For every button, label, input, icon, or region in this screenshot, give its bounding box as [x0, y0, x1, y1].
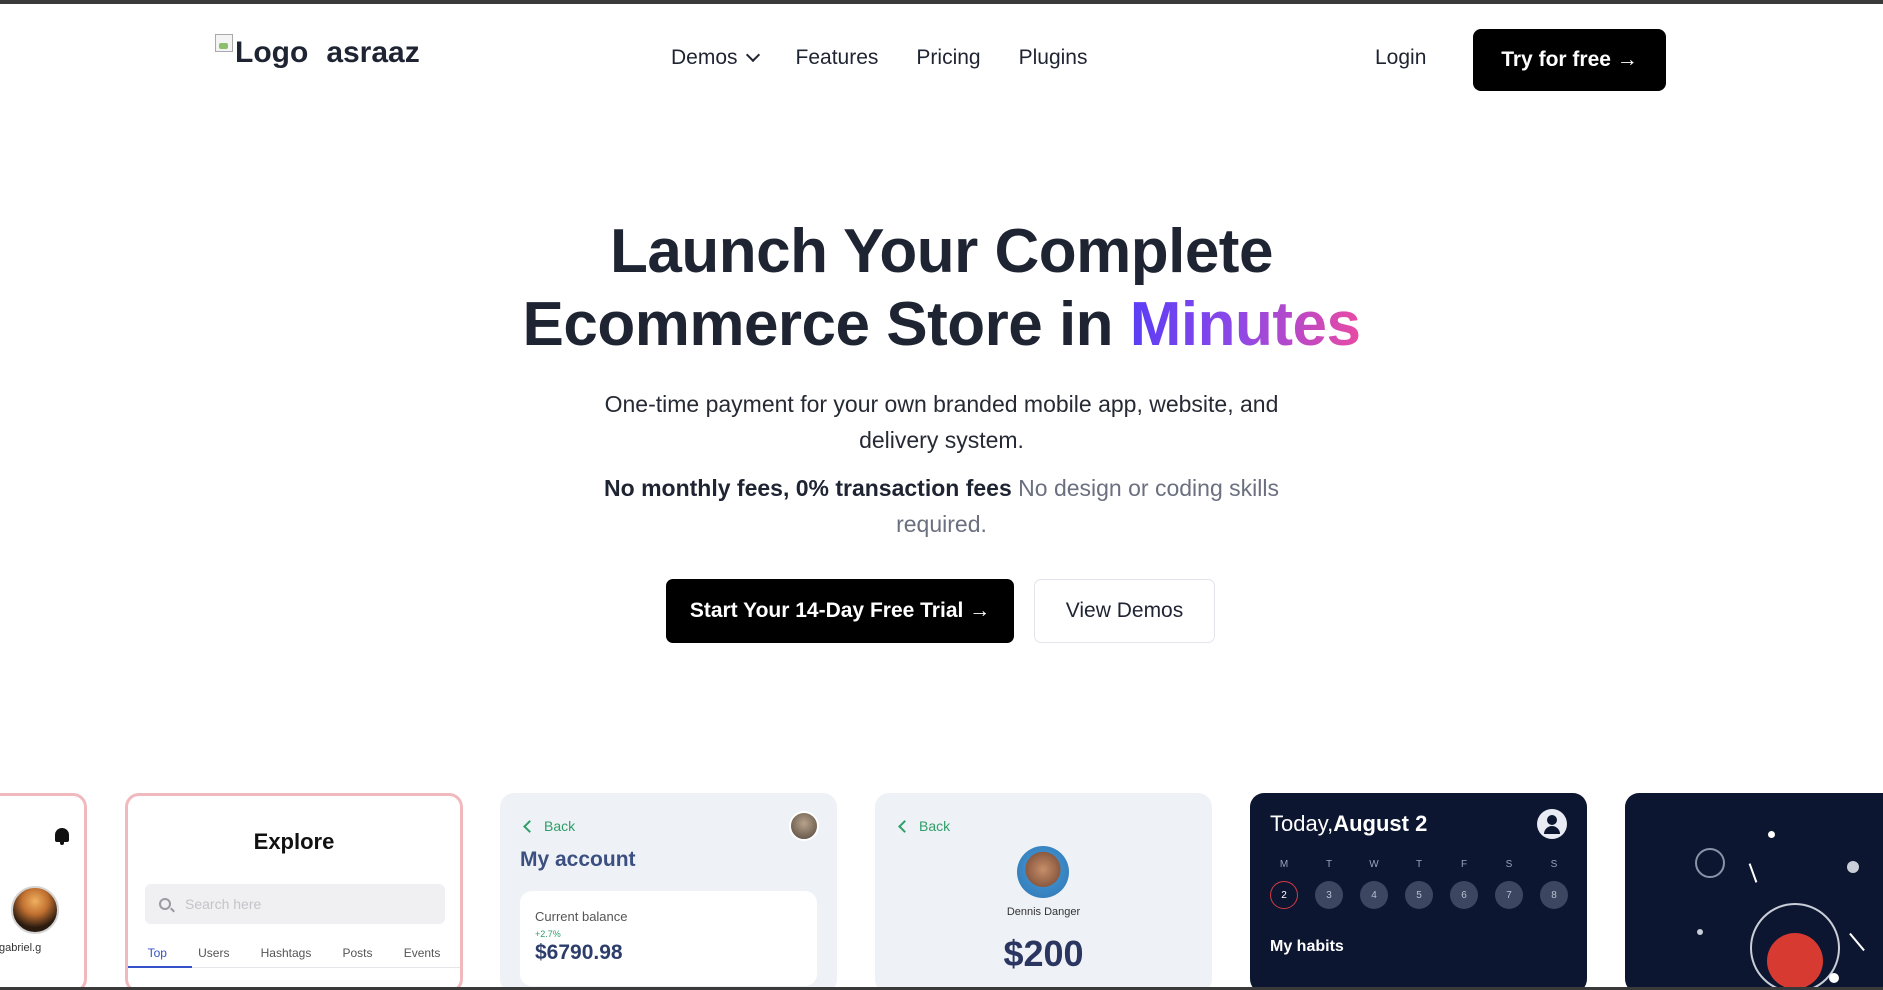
balance-delta: +2.7%	[535, 929, 561, 939]
tab-posts[interactable]: Posts	[343, 946, 373, 960]
avatar	[1017, 846, 1069, 898]
logo-alt-text: Logo	[235, 36, 309, 69]
bell-icon	[55, 828, 69, 845]
chevron-left-icon	[523, 819, 536, 833]
tab-hashtags[interactable]: Hashtags	[261, 946, 312, 960]
explore-title: Explore	[253, 829, 335, 854]
search-input[interactable]: Search here	[145, 884, 445, 924]
search-icon	[159, 898, 171, 910]
balance-card: Current balance +2.7% $6790.98	[520, 891, 817, 986]
main-nav: Demos Features Pricing Plugins	[671, 46, 1088, 70]
recipient-name: Dennis Danger	[1006, 906, 1081, 918]
search-placeholder: Search here	[185, 896, 262, 912]
tab-events[interactable]: Events	[404, 946, 441, 960]
date-row: 2 3 4 5 6 7 8	[1270, 881, 1568, 909]
nav-item-label: Plugins	[1018, 46, 1088, 69]
back-label: Back	[919, 818, 951, 834]
balance-label: Current balance	[535, 909, 628, 924]
date-chip[interactable]: 7	[1495, 881, 1523, 909]
line-decoration	[1748, 863, 1758, 883]
account-title: My account	[520, 848, 636, 871]
demo-card-explore[interactable]: Explore Search here Top Users Hashtags P…	[125, 793, 463, 990]
weekday-row: M T W T F S S	[1270, 859, 1568, 870]
brand-logo[interactable]: Logo asraaz	[215, 34, 420, 70]
avatar	[789, 811, 819, 841]
dot-decoration	[1829, 973, 1839, 983]
dot-decoration	[1697, 929, 1703, 935]
date-chip-selected[interactable]: 2	[1270, 881, 1298, 909]
weekday-label: S	[1550, 859, 1558, 870]
demo-card-transfer[interactable]: Back Dennis Danger $200	[875, 793, 1212, 990]
transfer-amount: $200	[1003, 933, 1084, 974]
date-chip[interactable]: 5	[1405, 881, 1433, 909]
weekday-label: S	[1505, 859, 1513, 870]
chevron-left-icon	[898, 819, 911, 833]
weekday-label: W	[1369, 859, 1379, 870]
today-prefix: Today,	[1270, 811, 1334, 836]
avatar	[11, 886, 59, 934]
hero-title-accent: Minutes	[1129, 290, 1361, 359]
window-top-border	[0, 0, 1883, 4]
demo-card-account[interactable]: Back My account Current balance +2.7% $6…	[500, 793, 837, 990]
brand-name: asraaz	[326, 36, 420, 69]
tab-users[interactable]: Users	[198, 946, 229, 960]
back-button[interactable]: Back	[898, 818, 951, 834]
demo-card-habits[interactable]: Today,August 2 M T W T F S S 2 3 4 5 6 7…	[1250, 793, 1587, 990]
circle-decoration	[1695, 848, 1725, 878]
dot-decoration	[1768, 831, 1775, 838]
nav-item-pricing[interactable]: Pricing	[916, 46, 980, 70]
today-date: August 2	[1333, 811, 1428, 836]
back-label: Back	[544, 818, 576, 834]
chevron-down-icon	[745, 47, 760, 63]
hero-title: Launch Your Complete Ecommerce Store in …	[0, 215, 1883, 361]
date-chip[interactable]: 8	[1540, 881, 1568, 909]
nav-item-features[interactable]: Features	[796, 46, 879, 70]
start-trial-button[interactable]: Start Your 14-Day Free Trial →	[666, 579, 1014, 643]
broken-image-icon	[215, 34, 233, 52]
line-decoration	[1849, 932, 1865, 952]
demo-card-game[interactable]	[1625, 793, 1883, 990]
dot-decoration	[1847, 861, 1859, 873]
hero-subtitle: One-time payment for your own branded mo…	[604, 391, 1279, 453]
weekday-label: F	[1460, 859, 1468, 870]
user-icon[interactable]	[1537, 809, 1567, 839]
active-tab-indicator	[128, 966, 192, 968]
nav-item-plugins[interactable]: Plugins	[1019, 46, 1088, 70]
hero-note: No monthly fees, 0% transaction fees No …	[0, 470, 1883, 542]
red-ball	[1767, 933, 1823, 989]
tab-top[interactable]: Top	[148, 946, 167, 960]
weekday-label: M	[1279, 859, 1289, 870]
view-demos-button[interactable]: View Demos	[1034, 579, 1215, 643]
hero-title-line1: Launch Your Complete	[610, 217, 1273, 286]
username-label: gabriel.g	[0, 942, 42, 954]
nav-item-label: Features	[795, 46, 879, 69]
today-heading: Today,August 2	[1270, 811, 1427, 837]
back-button[interactable]: Back	[523, 818, 576, 834]
explore-tabs: Top Users Hashtags Posts Events	[128, 946, 460, 960]
demo-card-profile[interactable]: gabriel.g	[0, 793, 87, 990]
logo-image: Logo	[215, 34, 309, 70]
hero-title-line2: Ecommerce Store in	[522, 290, 1130, 359]
nav-item-demos[interactable]: Demos	[671, 46, 760, 70]
date-chip[interactable]: 4	[1360, 881, 1388, 909]
weekday-label: T	[1325, 859, 1333, 870]
date-chip[interactable]: 6	[1450, 881, 1478, 909]
try-for-free-button[interactable]: Try for free →	[1473, 29, 1666, 91]
hero-note-bold: No monthly fees, 0% transaction fees	[604, 475, 1012, 501]
nav-item-label: Pricing	[916, 46, 981, 69]
nav-item-label: Demos	[671, 46, 738, 69]
habits-heading: My habits	[1270, 938, 1344, 955]
weekday-label: T	[1415, 859, 1423, 870]
login-link[interactable]: Login	[1375, 46, 1426, 70]
date-chip[interactable]: 3	[1315, 881, 1343, 909]
balance-value: $6790.98	[535, 941, 623, 964]
